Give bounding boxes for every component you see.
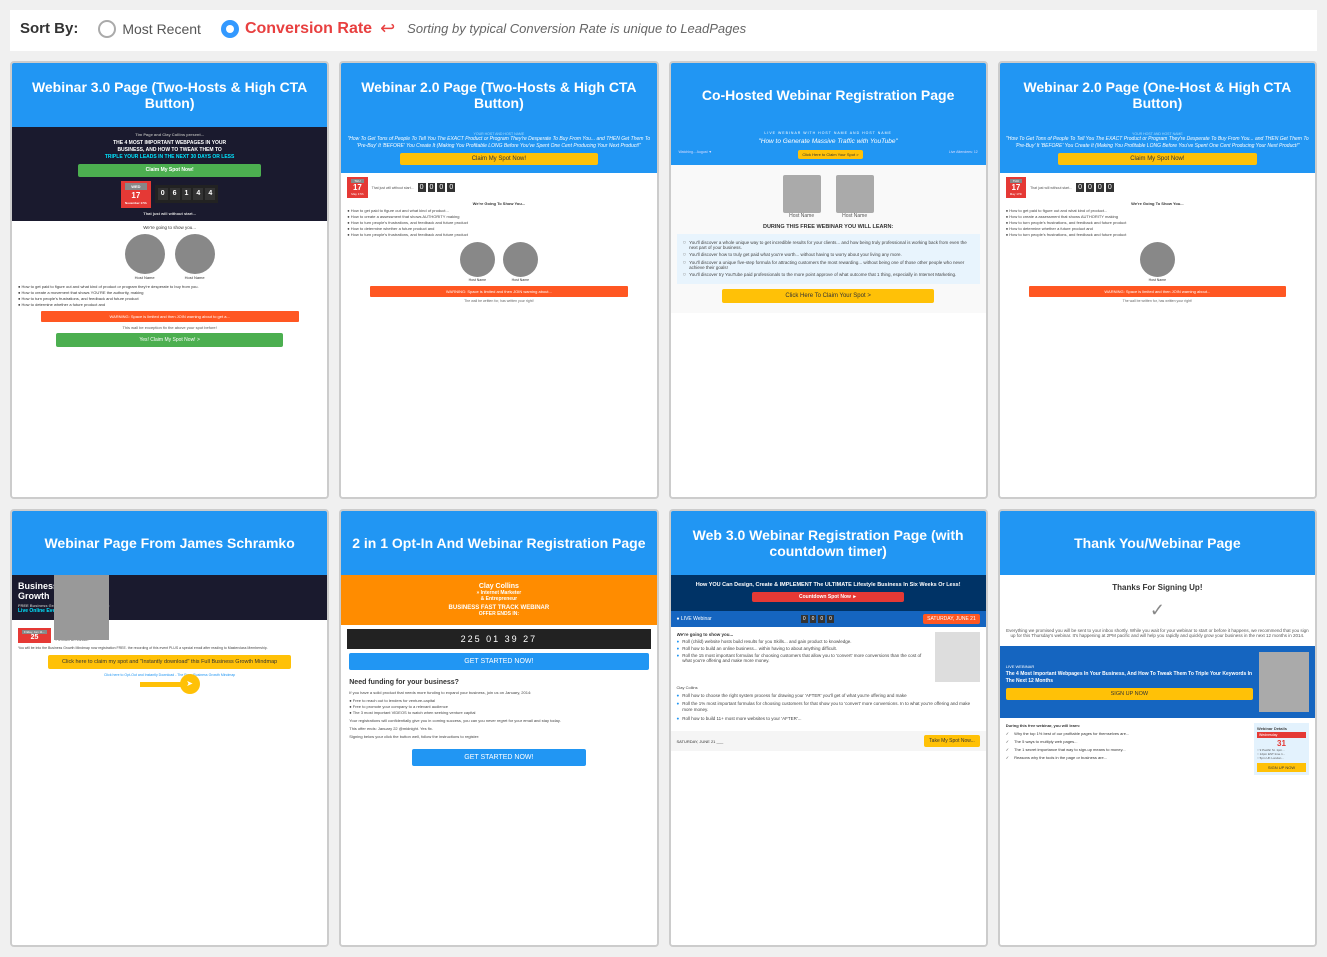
sort-conversion-rate[interactable]: Conversion Rate ↩ Sorting by typical Con… [221, 18, 746, 39]
c6-cta-button: GET STARTED NOW! [349, 653, 648, 670]
template-card-8[interactable]: Thank You/Webinar Page Thanks For Signin… [998, 509, 1317, 947]
card-5-preview: Business Growth FREE Business Growth Coa… [12, 575, 327, 945]
card-1-preview: Tim Page and Clay Collins present... THE… [12, 127, 327, 497]
c6-mid-content: Need funding for your business? If you h… [341, 674, 656, 745]
c7-mid-content: We're going to show you... ●Roll (child)… [671, 627, 986, 729]
c1-top-bar: Tim Page and Clay Collins present... THE… [12, 127, 327, 221]
card-4-preview: YOUR HOST AND HOST NAME "How To Get Tons… [1000, 127, 1315, 497]
sort-label: Sort By: [20, 20, 78, 37]
conversion-rate-radio[interactable] [221, 20, 239, 38]
c6-bottom-button: GET STARTED NOW! [412, 749, 585, 766]
card-6-header: 2 in 1 Opt-In And Webinar Registration P… [341, 511, 656, 575]
c7-live-bar: ● LIVE Webinar 0 0 0 0 SATURDAY, JUNE 21 [671, 611, 986, 627]
c8-webinar-banner: LIVE WEBINAR The 4 Most Important Webpag… [1000, 646, 1315, 718]
c6-top-bar: Clay Collins » Internet Marketer & Entre… [341, 575, 656, 625]
sort-bar: Sort By: Most Recent Conversion Rate ↩ S… [10, 10, 1317, 51]
c7-top-bar: How YOU Can Design, Create & IMPLEMENT T… [671, 575, 986, 611]
conversion-rate-label: Conversion Rate [245, 20, 372, 38]
template-card-4[interactable]: Webinar 2.0 Page (One-Host & High CTA Bu… [998, 61, 1317, 499]
template-card-1[interactable]: Webinar 3.0 Page (Two-Hosts & High CTA B… [10, 61, 329, 499]
template-card-7[interactable]: Web 3.0 Webinar Registration Page (with … [669, 509, 988, 947]
card-7-preview: How YOU Can Design, Create & IMPLEMENT T… [671, 575, 986, 945]
sort-note: Sorting by typical Conversion Rate is un… [407, 21, 746, 36]
c8-thanks-header: Thanks For Signing Up! [1000, 575, 1315, 596]
card-2-header: Webinar 2.0 Page (Two-Hosts & High CTA B… [341, 63, 656, 127]
template-grid: Webinar 3.0 Page (Two-Hosts & High CTA B… [10, 61, 1317, 947]
c6-countdown: 225 01 39 27 [347, 629, 650, 649]
card-2-preview: YOUR HOST AND HOST NAME "How To Get Tons… [341, 127, 656, 497]
template-card-3[interactable]: Co-Hosted Webinar Registration Page LIVE… [669, 61, 988, 499]
card-1-header: Webinar 3.0 Page (Two-Hosts & High CTA B… [12, 63, 327, 127]
sort-most-recent[interactable]: Most Recent [98, 20, 201, 38]
arrow-icon: ↩ [380, 18, 395, 39]
card-3-header: Co-Hosted Webinar Registration Page [671, 63, 986, 127]
card-4-header: Webinar 2.0 Page (One-Host & High CTA Bu… [1000, 63, 1315, 127]
template-card-5[interactable]: Webinar Page From James Schramko Busines… [10, 509, 329, 947]
most-recent-label: Most Recent [122, 21, 201, 37]
card-8-header: Thank You/Webinar Page [1000, 511, 1315, 575]
template-card-2[interactable]: Webinar 2.0 Page (Two-Hosts & High CTA B… [339, 61, 658, 499]
c8-mid-text: Everything we promised you will be sent … [1000, 625, 1315, 641]
most-recent-radio[interactable] [98, 20, 116, 38]
card-6-preview: Clay Collins » Internet Marketer & Entre… [341, 575, 656, 945]
card-8-preview: Thanks For Signing Up! ✓ Everything we p… [1000, 575, 1315, 945]
template-card-6[interactable]: 2 in 1 Opt-In And Webinar Registration P… [339, 509, 658, 947]
c5-top-bar: Business Growth FREE Business Growth Coa… [12, 575, 327, 620]
card-5-header: Webinar Page From James Schramko [12, 511, 327, 575]
card-3-preview: LIVE WEBINAR WITH HOST NAME AND HOST NAM… [671, 127, 986, 497]
c8-learn-section: Webinar Details Wednesday 31 ○ 9 Pacific… [1000, 718, 1315, 780]
card-7-header: Web 3.0 Webinar Registration Page (with … [671, 511, 986, 575]
